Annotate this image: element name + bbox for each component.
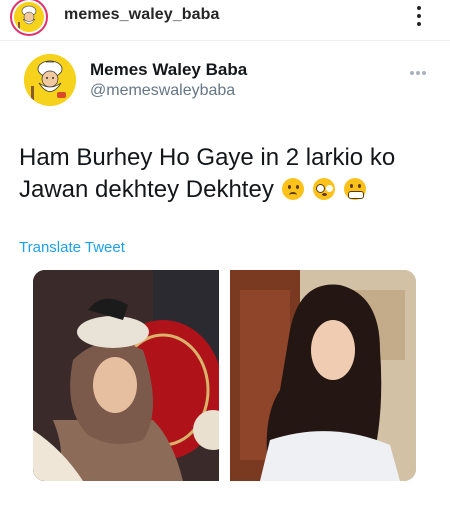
post-header: memes_waley_baba bbox=[0, 0, 450, 41]
tweet-text-block: Ham Burhey Ho Gaye in 2 larkio ko Jawan … bbox=[19, 142, 429, 206]
tweet-display-name[interactable]: Memes Waley Baba bbox=[90, 60, 247, 80]
grimacing-face-icon bbox=[343, 178, 366, 200]
translate-tweet-link[interactable]: Translate Tweet bbox=[19, 239, 125, 256]
tweet-handle[interactable]: @memeswaleybaba bbox=[90, 82, 235, 100]
left-photo[interactable] bbox=[33, 270, 219, 481]
post-username[interactable]: memes_waley_baba bbox=[64, 6, 219, 24]
pleading-face-icon bbox=[313, 178, 336, 200]
tweet-more-icon[interactable] bbox=[410, 62, 430, 75]
right-photo[interactable] bbox=[230, 270, 416, 481]
frowning-face-icon bbox=[282, 178, 305, 200]
baba-logo-icon bbox=[14, 2, 44, 32]
more-options-icon[interactable] bbox=[412, 4, 426, 30]
tweet-avatar[interactable] bbox=[24, 54, 76, 106]
baba-logo-icon bbox=[24, 54, 76, 106]
profile-avatar[interactable] bbox=[10, 0, 48, 36]
tweet-text: Ham Burhey Ho Gaye in 2 larkio ko Jawan … bbox=[19, 144, 396, 203]
